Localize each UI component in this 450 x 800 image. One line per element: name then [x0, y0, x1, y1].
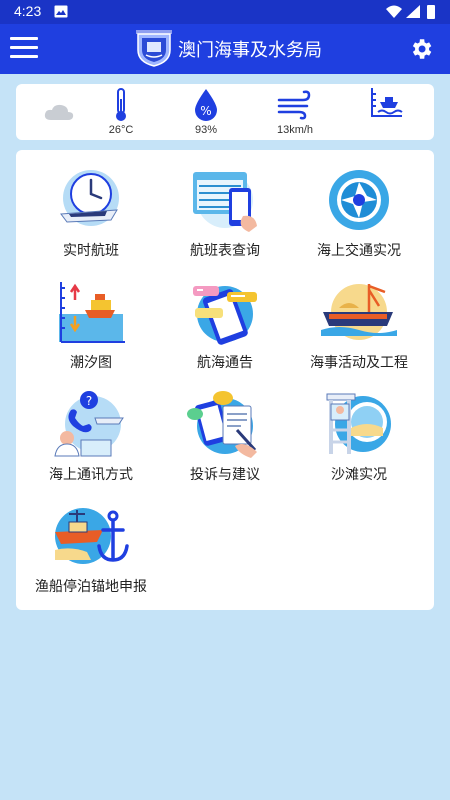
settings-gear-icon[interactable] [408, 36, 434, 62]
menu-item-label: 海事活动及工程 [310, 355, 408, 371]
app-title: 澳门海事及水务局 [178, 40, 322, 61]
battery-icon [427, 5, 435, 19]
logo-emblem-icon [136, 30, 172, 67]
tide-level-icon [371, 88, 403, 117]
menu-item-beach-live[interactable]: 沙滩实况 [289, 382, 429, 494]
service-menu-grid: 实时航班 航班表查询 海上交通实况 潮汐图 航海通告 海事活动及工程 ? 海上通… [16, 150, 434, 610]
menu-item-label: 潮汐图 [70, 355, 112, 371]
menu-item-label: 投诉与建议 [190, 467, 260, 483]
status-time: 4:23 [14, 3, 42, 19]
complaint-suggestion-icon [187, 391, 257, 458]
temperature-value: 26°C [108, 124, 134, 136]
humidity-item: % 93% [171, 84, 241, 140]
menu-item-tide-chart[interactable]: 潮汐图 [21, 270, 161, 382]
signal-icon [406, 5, 420, 18]
wifi-icon [386, 5, 402, 18]
menu-item-timetable[interactable]: 航班表查询 [155, 158, 295, 270]
beach-camera-icon [326, 393, 391, 454]
wind-item: 13km/h [260, 84, 330, 140]
ferry-clock-icon [60, 170, 119, 226]
menu-item-label: 渔船停泊锚地申报 [35, 579, 147, 595]
wind-icon [277, 90, 311, 120]
menu-item-label: 海上通讯方式 [49, 467, 133, 483]
fishing-boat-anchor-icon [55, 508, 129, 564]
menu-item-realtime-ferry[interactable]: 实时航班 [21, 158, 161, 270]
menu-button[interactable] [10, 37, 38, 61]
svg-text:%: % [200, 104, 211, 118]
menu-item-label: 实时航班 [63, 243, 119, 259]
notice-phone-icon [193, 286, 257, 345]
tide-chart-icon [59, 282, 125, 343]
app-bar: 澳门海事及水务局 [0, 24, 450, 74]
menu-item-label: 航海通告 [197, 355, 253, 371]
menu-line [10, 46, 38, 49]
image-notification-icon [54, 5, 68, 18]
system-status-icons [386, 5, 435, 19]
menu-item-nautical-notice[interactable]: 航海通告 [155, 270, 295, 382]
menu-item-marine-works[interactable]: 海事活动及工程 [289, 270, 429, 382]
wind-value: 13km/h [276, 124, 314, 136]
menu-item-label: 航班表查询 [190, 243, 260, 259]
communication-icon: ? [54, 391, 124, 457]
menu-item-complaint-suggestion[interactable]: 投诉与建议 [155, 382, 295, 494]
camera-lens-icon [329, 170, 389, 230]
timetable-phone-icon [193, 172, 257, 232]
weather-card: 26°C % 93% 13km/h [16, 84, 434, 140]
menu-line [10, 55, 38, 58]
tide-item [352, 84, 422, 140]
weather-condition [24, 84, 94, 140]
humidity-drop-icon: % [195, 89, 217, 121]
marine-works-icon [321, 284, 397, 340]
menu-item-label: 海上交通实况 [317, 243, 401, 259]
menu-item-marine-traffic[interactable]: 海上交通实况 [289, 158, 429, 270]
status-bar: 4:23 [0, 0, 450, 24]
menu-line [10, 37, 38, 40]
menu-item-fishing-anchorage[interactable]: 渔船停泊锚地申报 [21, 494, 161, 606]
humidity-value: 93% [194, 124, 218, 136]
svg-text:?: ? [86, 394, 92, 408]
temperature-item: 26°C [86, 84, 156, 140]
cloud-icon [44, 104, 74, 120]
menu-item-label: 沙滩实况 [331, 467, 387, 483]
thermometer-icon [116, 88, 126, 121]
menu-item-marine-communication[interactable]: ? 海上通讯方式 [21, 382, 161, 494]
